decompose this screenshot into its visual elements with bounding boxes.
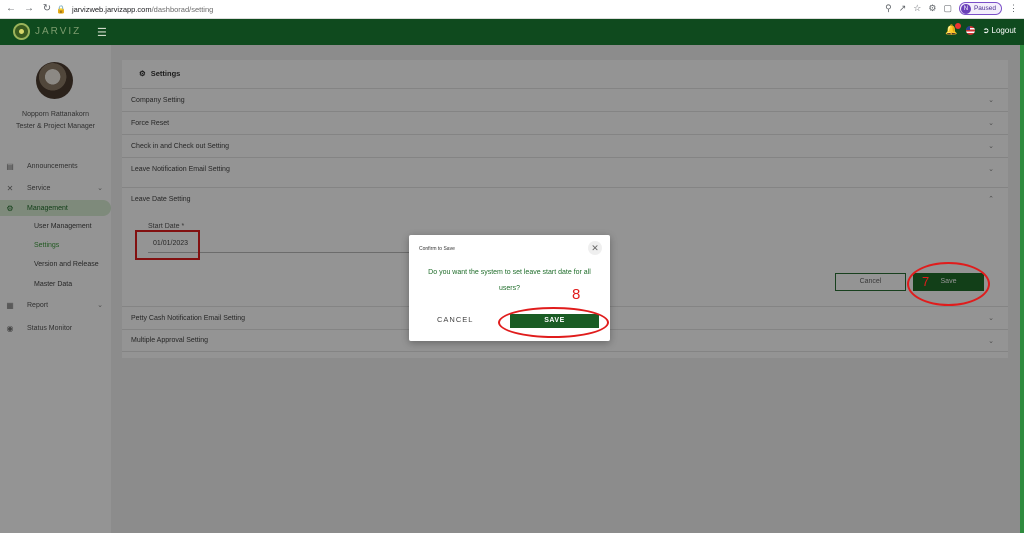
profile-button[interactable]: N Paused — [958, 2, 1002, 15]
url-text: jarvizweb.jarvizapp.com/dashborad/settin… — [72, 5, 213, 14]
annotation-ellipse-dialog-save — [498, 307, 609, 338]
app-header: JARVIZ ☰ 🔔 ➲ Logout — [0, 19, 1024, 45]
star-icon[interactable]: ☆ — [913, 3, 921, 14]
profile-status: Paused — [973, 5, 996, 12]
profile-avatar: N — [960, 3, 971, 14]
annotation-step-7: 7 — [922, 274, 930, 289]
dialog-cancel-button[interactable]: CANCEL — [437, 315, 473, 324]
menu-toggle-icon[interactable]: ☰ — [97, 26, 107, 39]
extensions-icon[interactable]: ⚙ — [928, 3, 936, 14]
header-actions: 🔔 ➲ Logout — [945, 23, 1016, 36]
zoom-icon[interactable]: ⚲ — [885, 3, 892, 14]
scrollbar-edge — [1020, 45, 1024, 533]
share-icon[interactable]: ↗ — [899, 3, 907, 14]
annotation-ellipse-save — [907, 262, 990, 306]
logout-icon: ➲ — [982, 26, 990, 35]
lock-icon: 🔒 — [56, 5, 66, 14]
url-host: jarvizweb.jarvizapp.com — [71, 5, 152, 14]
logout-label: Logout — [991, 26, 1016, 35]
url-path: /dashborad/setting — [151, 5, 214, 14]
bell-icon[interactable]: 🔔 — [945, 23, 961, 36]
sidepanel-icon[interactable]: ▢ — [943, 3, 952, 14]
logo-text: JARVIZ — [35, 26, 82, 37]
back-icon[interactable]: ← — [4, 2, 18, 16]
forward-icon[interactable]: → — [22, 2, 36, 16]
more-icon[interactable]: ⋮ — [1009, 3, 1018, 14]
close-icon[interactable]: ✕ — [588, 241, 602, 255]
notification-dot — [954, 23, 961, 29]
address-bar[interactable]: 🔒 jarvizweb.jarvizapp.com/dashborad/sett… — [56, 2, 1016, 17]
logout-button[interactable]: ➲ Logout — [983, 26, 1016, 35]
logo[interactable]: JARVIZ — [13, 23, 81, 40]
browser-toolbar: ← → ↻ 🔒 jarvizweb.jarvizapp.com/dashbora… — [0, 0, 1024, 19]
browser-actions: ⚲ ↗ ☆ ⚙ ▢ N Paused ⋮ — [885, 2, 1018, 15]
reload-icon[interactable]: ↻ — [40, 2, 54, 16]
dialog-title: Confirm to Save — [419, 246, 455, 252]
logo-mark-icon — [13, 23, 30, 40]
annotation-step-8: 8 — [572, 286, 581, 303]
language-flag-icon[interactable] — [965, 26, 975, 35]
